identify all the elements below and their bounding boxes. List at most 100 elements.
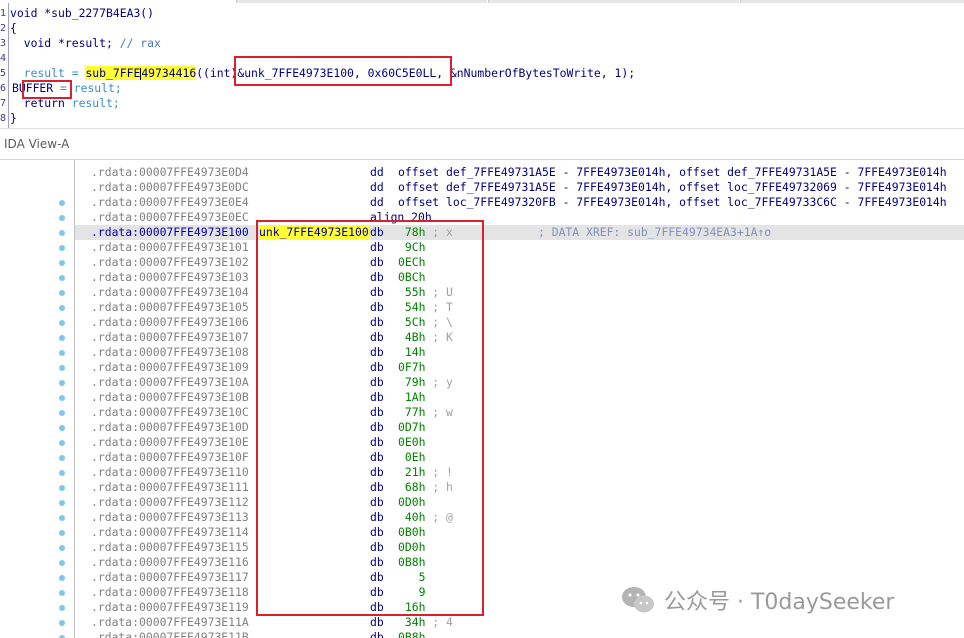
- listing-row[interactable]: .rdata:00007FFE4973E108 db 14h: [75, 345, 964, 360]
- listing-row[interactable]: .rdata:00007FFE4973E10C db 77h ; w: [75, 405, 964, 420]
- operand-value[interactable]: 4Bh: [398, 330, 426, 344]
- operand-value[interactable]: 79h: [398, 375, 426, 389]
- listing-row[interactable]: .rdata:00007FFE4973E105 db 54h ; T: [75, 300, 964, 315]
- operand-value[interactable]: 5Ch: [398, 315, 426, 329]
- mnemonic[interactable]: align 20h: [370, 210, 432, 225]
- code-line-open-brace[interactable]: {: [10, 21, 17, 36]
- address[interactable]: .rdata:00007FFE4973E110: [91, 465, 249, 480]
- breakpoint-dot[interactable]: [59, 305, 65, 311]
- address[interactable]: .rdata:00007FFE4973E10A: [91, 375, 249, 390]
- disassembly-listing[interactable]: .rdata:00007FFE4973E0D4 dd offset def_7FFE…: [0, 160, 964, 638]
- address[interactable]: .rdata:00007FFE4973E104: [91, 285, 249, 300]
- breakpoint-dot[interactable]: [59, 605, 65, 611]
- address[interactable]: .rdata:00007FFE4973E119: [91, 600, 249, 615]
- operand[interactable]: offset def_7FFE49731A5E - 7FFE4973E014h,…: [398, 180, 947, 195]
- operand-value[interactable]: 21h: [398, 465, 426, 479]
- operand[interactable]: 0BCh: [398, 270, 425, 285]
- breakpoint-dot[interactable]: [59, 200, 65, 206]
- operand[interactable]: 5Ch ; \: [398, 315, 453, 330]
- breakpoint-dot[interactable]: [59, 245, 65, 251]
- address[interactable]: .rdata:00007FFE4973E101: [91, 240, 249, 255]
- mnemonic[interactable]: db: [370, 435, 384, 450]
- listing-row[interactable]: .rdata:00007FFE4973E100 unk_7FFE4973E100 d…: [75, 225, 964, 240]
- operand-value[interactable]: 0B0h: [398, 525, 425, 539]
- mnemonic[interactable]: db: [370, 240, 384, 255]
- breakpoint-dot[interactable]: [59, 350, 65, 356]
- breakpoint-dot[interactable]: [59, 335, 65, 341]
- mnemonic[interactable]: db: [370, 315, 384, 330]
- mnemonic[interactable]: db: [370, 630, 384, 638]
- mnemonic[interactable]: dd: [370, 180, 384, 195]
- mnemonic[interactable]: db: [370, 570, 384, 585]
- operand[interactable]: 16h: [398, 600, 426, 615]
- operand-value[interactable]: 0D0h: [398, 495, 425, 509]
- code-line-declaration[interactable]: void *result; // rax: [10, 36, 161, 51]
- listing-row[interactable]: .rdata:00007FFE4973E0EC align 20h: [75, 210, 964, 225]
- operand[interactable]: 5: [398, 570, 426, 585]
- operand[interactable]: 0E0h: [398, 435, 425, 450]
- address[interactable]: .rdata:00007FFE4973E115: [91, 540, 249, 555]
- pseudocode-pane[interactable]: 1 2 3 4 5 6 7 8 void *sub_2277B4EA3() { …: [0, 0, 964, 128]
- operand-value[interactable]: 16h: [398, 600, 426, 614]
- breakpoint-dot[interactable]: [59, 530, 65, 536]
- address[interactable]: .rdata:00007FFE4973E11B: [91, 630, 249, 638]
- mnemonic[interactable]: db: [370, 495, 384, 510]
- operand-value[interactable]: 0E0h: [398, 435, 425, 449]
- address[interactable]: .rdata:00007FFE4973E118: [91, 585, 249, 600]
- breakpoint-dot[interactable]: [59, 500, 65, 506]
- mnemonic[interactable]: db: [370, 390, 384, 405]
- listing-row[interactable]: .rdata:00007FFE4973E0D4 dd offset def_7FFE…: [75, 165, 964, 180]
- ida-view-title[interactable]: IDA View-A: [4, 137, 69, 151]
- operand[interactable]: 68h ; h: [398, 480, 453, 495]
- mnemonic[interactable]: db: [370, 600, 384, 615]
- operand-value[interactable]: 0D0h: [398, 540, 425, 554]
- mnemonic[interactable]: db: [370, 255, 384, 270]
- mnemonic[interactable]: db: [370, 480, 384, 495]
- tab-strip-segment[interactable]: [236, 0, 487, 3]
- operand[interactable]: 0F7h: [398, 360, 425, 375]
- tab-strip-segment[interactable]: [740, 0, 964, 3]
- address[interactable]: .rdata:00007FFE4973E107: [91, 330, 249, 345]
- operand-value[interactable]: 0F7h: [398, 360, 425, 374]
- code-line-return[interactable]: return result;: [10, 96, 120, 111]
- breakpoint-dot[interactable]: [59, 440, 65, 446]
- mnemonic[interactable]: db: [370, 285, 384, 300]
- operand[interactable]: 21h ; !: [398, 465, 453, 480]
- operand[interactable]: 0D0h: [398, 495, 425, 510]
- breakpoint-dot[interactable]: [59, 560, 65, 566]
- listing-row[interactable]: .rdata:00007FFE4973E10F db 0Eh: [75, 450, 964, 465]
- operand[interactable]: offset loc_7FFE497320FB - 7FFE4973E014h,…: [398, 195, 947, 210]
- address[interactable]: .rdata:00007FFE4973E0EC: [91, 210, 249, 225]
- operand[interactable]: 9Ch: [398, 240, 426, 255]
- operand-value[interactable]: 55h: [398, 285, 426, 299]
- address[interactable]: .rdata:00007FFE4973E106: [91, 315, 249, 330]
- operand[interactable]: 78h ; x: [398, 225, 453, 240]
- address[interactable]: .rdata:00007FFE4973E112: [91, 495, 249, 510]
- breakpoint-dot[interactable]: [59, 620, 65, 626]
- operand[interactable]: 34h ; 4: [398, 615, 453, 630]
- operand[interactable]: 0B8h: [398, 630, 425, 638]
- operand[interactable]: 40h ; @: [398, 510, 453, 525]
- mnemonic[interactable]: db: [370, 375, 384, 390]
- operand-value[interactable]: offset def_7FFE49731A5E - 7FFE4973E014h,…: [398, 180, 947, 194]
- operand-value[interactable]: 34h: [398, 615, 426, 629]
- mnemonic[interactable]: db: [370, 510, 384, 525]
- operand[interactable]: 77h ; w: [398, 405, 453, 420]
- data-label[interactable]: unk_7FFE4973E100: [259, 225, 369, 240]
- operand-value[interactable]: 40h: [398, 510, 426, 524]
- address[interactable]: .rdata:00007FFE4973E0DC: [91, 180, 249, 195]
- listing-row[interactable]: .rdata:00007FFE4973E0E4 dd offset loc_7FFE…: [75, 195, 964, 210]
- operand[interactable]: 0B8h: [398, 555, 425, 570]
- address[interactable]: .rdata:00007FFE4973E11A: [91, 615, 249, 630]
- address[interactable]: .rdata:00007FFE4973E0E4: [91, 195, 249, 210]
- arrow-gutter[interactable]: [0, 160, 75, 638]
- mnemonic[interactable]: db: [370, 555, 384, 570]
- operand-value[interactable]: 77h: [398, 405, 426, 419]
- mnemonic[interactable]: db: [370, 225, 384, 240]
- mnemonic[interactable]: db: [370, 615, 384, 630]
- mnemonic[interactable]: db: [370, 540, 384, 555]
- breakpoint-dot[interactable]: [59, 425, 65, 431]
- listing-row[interactable]: .rdata:00007FFE4973E110 db 21h ; !: [75, 465, 964, 480]
- operand-value[interactable]: 0BCh: [398, 270, 425, 284]
- address[interactable]: .rdata:00007FFE4973E111: [91, 480, 249, 495]
